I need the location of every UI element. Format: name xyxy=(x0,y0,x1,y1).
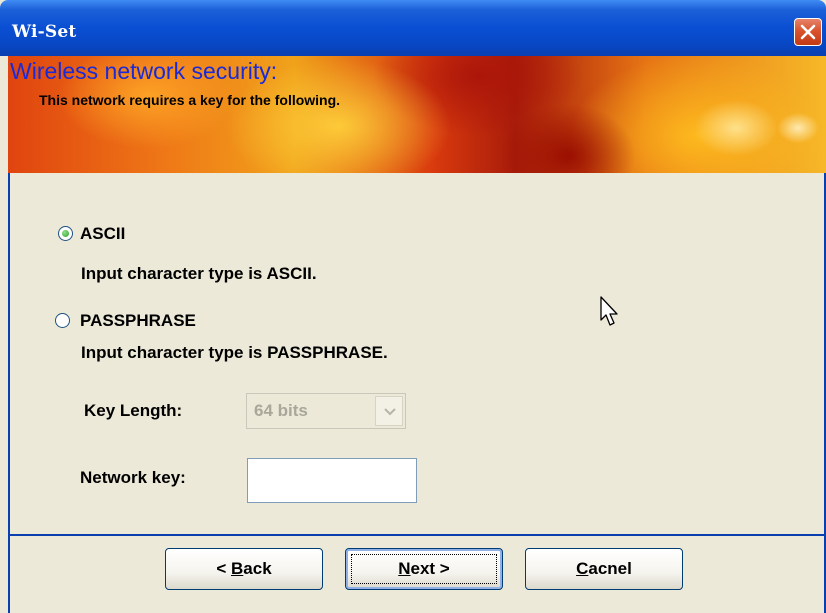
ascii-radio[interactable] xyxy=(58,226,73,241)
key-length-label: Key Length: xyxy=(84,401,183,420)
button-divider xyxy=(8,534,826,536)
key-length-value: 64 bits xyxy=(254,401,308,420)
banner-subtitle: This network requires a key for the foll… xyxy=(39,92,341,108)
ascii-label[interactable]: ASCII xyxy=(80,224,125,244)
mouse-pointer-icon xyxy=(600,296,618,326)
passphrase-description: Input character type is PASSPHRASE. xyxy=(81,343,388,362)
banner-title: Wireless network security: xyxy=(10,58,278,84)
back-button-label-rest: ack xyxy=(243,559,272,578)
network-key-input[interactable] xyxy=(247,458,417,503)
window-title: Wi-Set xyxy=(12,22,77,42)
passphrase-radio[interactable] xyxy=(55,313,70,328)
wizard-window: Wi-Set Wireless network security: This n… xyxy=(0,0,826,613)
radio-selected-dot xyxy=(62,230,69,237)
next-button-label-rest: ext > xyxy=(410,559,450,578)
back-button-mnemonic: B xyxy=(231,559,244,578)
header-banner: Wireless network security: This network … xyxy=(8,56,826,173)
next-button-mnemonic: N xyxy=(398,559,411,578)
cancel-button[interactable]: Cacnel xyxy=(525,548,683,590)
ascii-description: Input character type is ASCII. xyxy=(81,264,317,283)
cancel-button-label-rest: acnel xyxy=(588,559,632,578)
back-button-prefix: < xyxy=(216,559,231,578)
passphrase-label[interactable]: PASSPHRASE xyxy=(80,311,196,331)
back-button[interactable]: < Back xyxy=(165,548,323,590)
network-key-label: Network key: xyxy=(80,468,186,487)
key-length-dropdown-button[interactable] xyxy=(375,396,403,426)
close-button[interactable] xyxy=(794,18,822,46)
frame-border-left xyxy=(8,173,10,613)
key-length-select[interactable]: 64 bits xyxy=(246,393,406,429)
close-icon xyxy=(800,24,816,40)
next-button[interactable]: Next > xyxy=(345,548,503,590)
cancel-button-mnemonic: C xyxy=(576,559,589,578)
dropdown-arrow-icon xyxy=(384,408,396,416)
title-bar[interactable]: Wi-Set xyxy=(0,0,826,56)
